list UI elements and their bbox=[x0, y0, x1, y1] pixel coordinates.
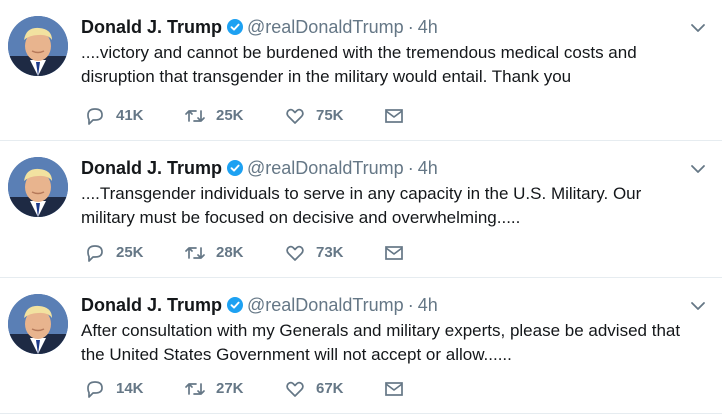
tweet-header: Donald J. Trump @realDonaldTrump · 4h bbox=[81, 17, 438, 37]
tweet-text-line: military must be focused on decisive and… bbox=[81, 208, 521, 227]
verified-badge-icon bbox=[227, 297, 244, 313]
tweet-text: ....victory and cannot be burdened with … bbox=[81, 41, 711, 89]
author-name[interactable]: Donald J. Trump bbox=[81, 158, 222, 178]
tweet-text: After consultation with my Generals and … bbox=[81, 319, 711, 367]
reply-icon bbox=[87, 108, 103, 125]
tweet-timestamp[interactable]: 4h bbox=[418, 17, 438, 37]
retweet-icon bbox=[185, 247, 205, 259]
reply-button[interactable]: 14K bbox=[84, 379, 184, 399]
author-name[interactable]: Donald J. Trump bbox=[81, 17, 222, 37]
chevron-down-icon[interactable] bbox=[690, 22, 706, 34]
author-handle[interactable]: @realDonaldTrump bbox=[247, 17, 404, 37]
heart-icon bbox=[286, 381, 304, 397]
reply-button[interactable]: 25K bbox=[84, 243, 184, 263]
profile-photo bbox=[8, 157, 68, 217]
retweet-button[interactable]: 27K bbox=[184, 379, 284, 399]
author-handle[interactable]: @realDonaldTrump bbox=[247, 158, 404, 178]
reply-icon bbox=[87, 245, 103, 262]
tweet-header: Donald J. Trump @realDonaldTrump · 4h bbox=[81, 158, 438, 178]
like-count: 67K bbox=[316, 380, 344, 397]
tweet-text-line: the United States Government will not ac… bbox=[81, 345, 512, 364]
verified-badge-icon bbox=[227, 19, 244, 35]
reply-icon bbox=[87, 381, 103, 398]
retweet-count: 25K bbox=[216, 107, 244, 124]
retweet-icon bbox=[185, 110, 205, 122]
like-count: 75K bbox=[316, 107, 344, 124]
separator-dot: · bbox=[407, 17, 414, 37]
chevron-down-icon[interactable] bbox=[690, 300, 706, 312]
tweet-actions: 41K 25K 75K bbox=[84, 105, 484, 127]
like-button[interactable]: 73K bbox=[284, 243, 384, 263]
reply-count: 41K bbox=[116, 107, 144, 124]
tweet-text-line: After consultation with my Generals and … bbox=[81, 321, 681, 340]
tweet-header: Donald J. Trump @realDonaldTrump · 4h bbox=[81, 295, 438, 315]
heart-icon bbox=[286, 245, 304, 261]
tweet-actions: 25K 28K 73K bbox=[84, 242, 484, 264]
chevron-down-icon[interactable] bbox=[690, 163, 706, 175]
tweet[interactable]: Donald J. Trump @realDonaldTrump · 4h After… bbox=[0, 278, 722, 414]
tweet-timestamp[interactable]: 4h bbox=[418, 295, 438, 315]
verified-badge-icon bbox=[227, 160, 244, 176]
avatar[interactable] bbox=[8, 294, 68, 354]
retweet-count: 27K bbox=[216, 380, 244, 397]
reply-button[interactable]: 41K bbox=[84, 106, 184, 126]
tweet-text-line: disruption that transgender in the milit… bbox=[81, 67, 572, 86]
profile-photo bbox=[8, 16, 68, 76]
reply-count: 25K bbox=[116, 244, 144, 261]
tweet[interactable]: Donald J. Trump @realDonaldTrump · 4h ....T… bbox=[0, 141, 722, 278]
envelope-icon bbox=[385, 382, 403, 396]
profile-photo bbox=[8, 294, 68, 354]
author-name[interactable]: Donald J. Trump bbox=[81, 295, 222, 315]
retweet-count: 28K bbox=[216, 244, 244, 261]
tweet-timeline: Donald J. Trump @realDonaldTrump · 4h ....v… bbox=[0, 0, 722, 419]
reply-count: 14K bbox=[116, 380, 144, 397]
separator-dot: · bbox=[407, 158, 414, 178]
tweet-text: ....Transgender individuals to serve in … bbox=[81, 182, 711, 230]
like-button[interactable]: 67K bbox=[284, 379, 384, 399]
like-count: 73K bbox=[316, 244, 344, 261]
separator-dot: · bbox=[407, 295, 414, 315]
direct-message-button[interactable] bbox=[384, 107, 484, 125]
retweet-button[interactable]: 25K bbox=[184, 106, 284, 126]
tweet[interactable]: Donald J. Trump @realDonaldTrump · 4h ....v… bbox=[0, 0, 722, 141]
avatar[interactable] bbox=[8, 16, 68, 76]
avatar[interactable] bbox=[8, 157, 68, 217]
retweet-button[interactable]: 28K bbox=[184, 243, 284, 263]
direct-message-button[interactable] bbox=[384, 244, 484, 262]
tweet-text-line: ....victory and cannot be burdened with … bbox=[81, 43, 637, 62]
envelope-icon bbox=[385, 109, 403, 123]
tweet-timestamp[interactable]: 4h bbox=[418, 158, 438, 178]
retweet-icon bbox=[185, 383, 205, 395]
tweet-actions: 14K 27K 67K bbox=[84, 378, 484, 400]
heart-icon bbox=[286, 108, 304, 124]
like-button[interactable]: 75K bbox=[284, 106, 384, 126]
envelope-icon bbox=[385, 246, 403, 260]
direct-message-button[interactable] bbox=[384, 380, 484, 398]
tweet-text-line: ....Transgender individuals to serve in … bbox=[81, 184, 642, 203]
author-handle[interactable]: @realDonaldTrump bbox=[247, 295, 404, 315]
